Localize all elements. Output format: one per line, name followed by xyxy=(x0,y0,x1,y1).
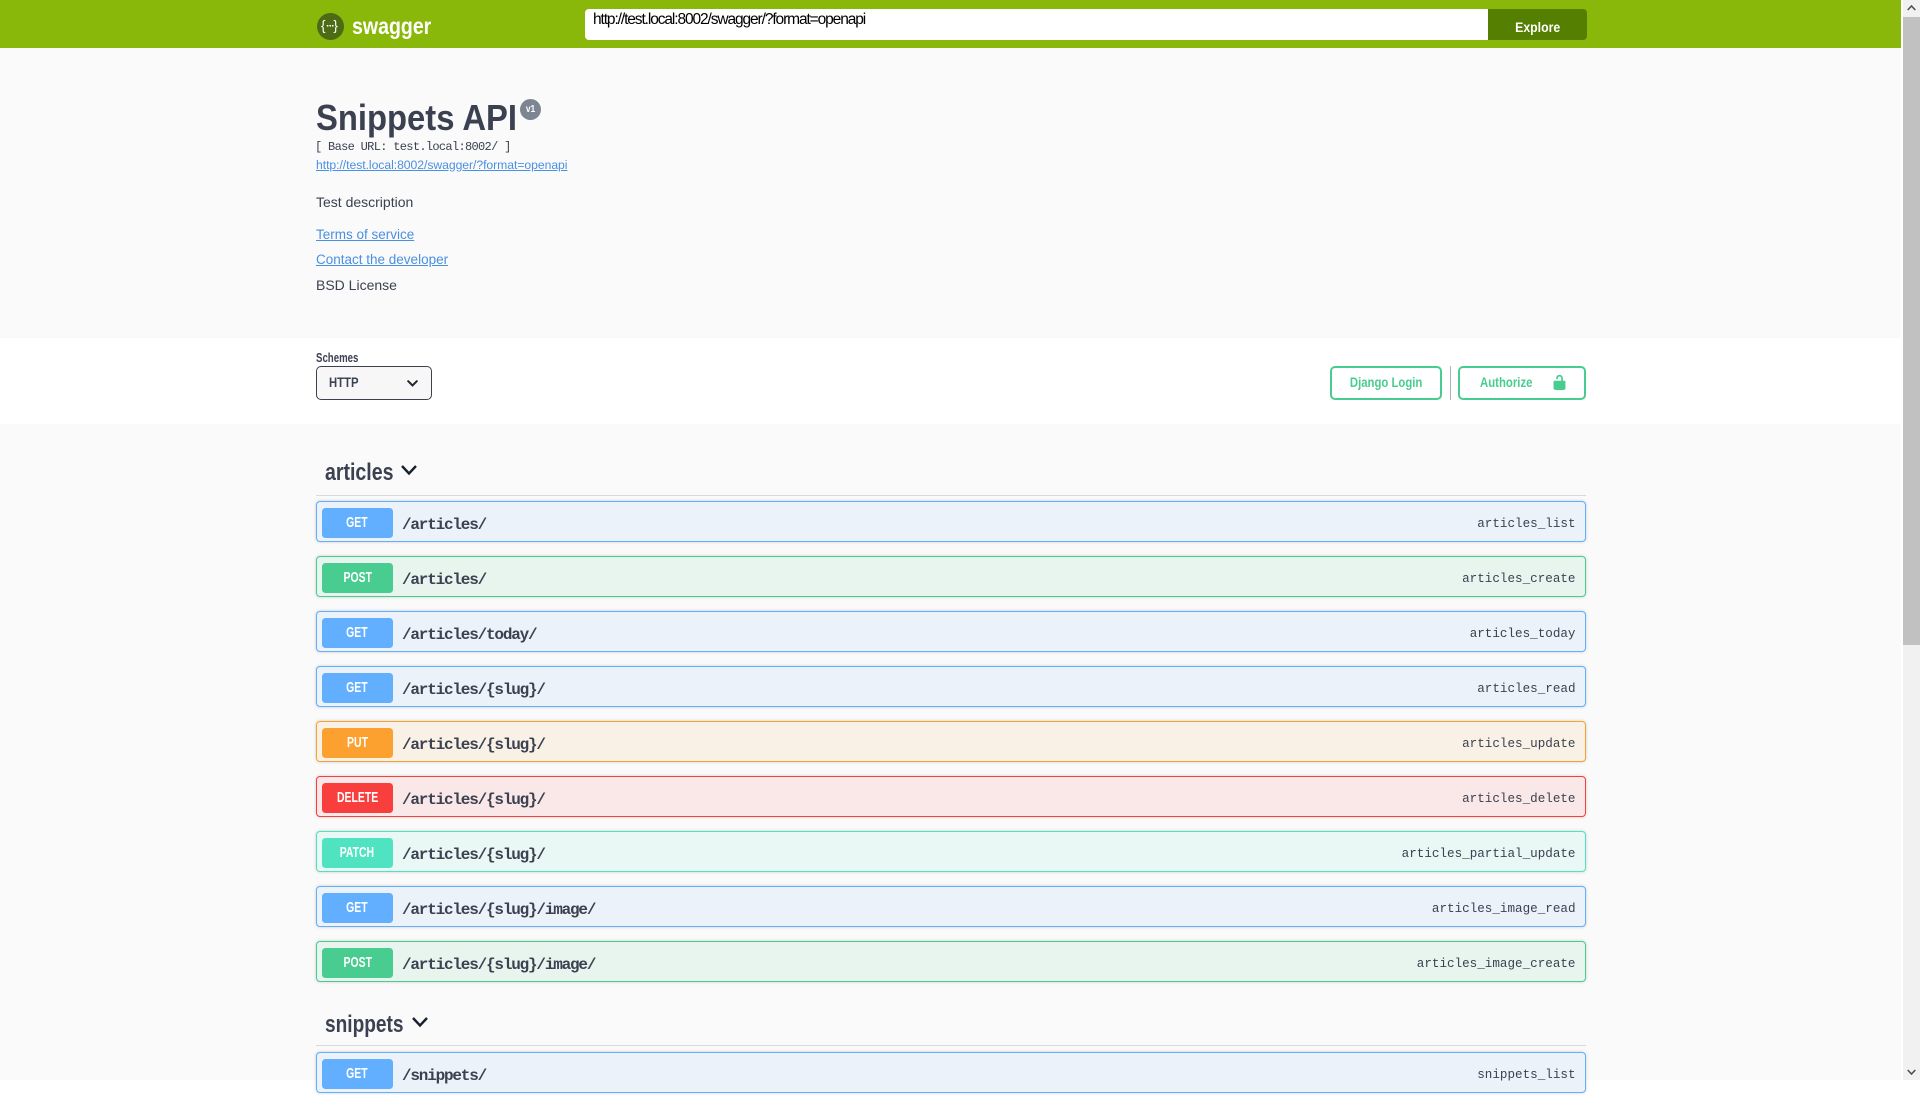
svg-text:{: { xyxy=(321,18,326,33)
svg-text:}: } xyxy=(333,18,338,33)
